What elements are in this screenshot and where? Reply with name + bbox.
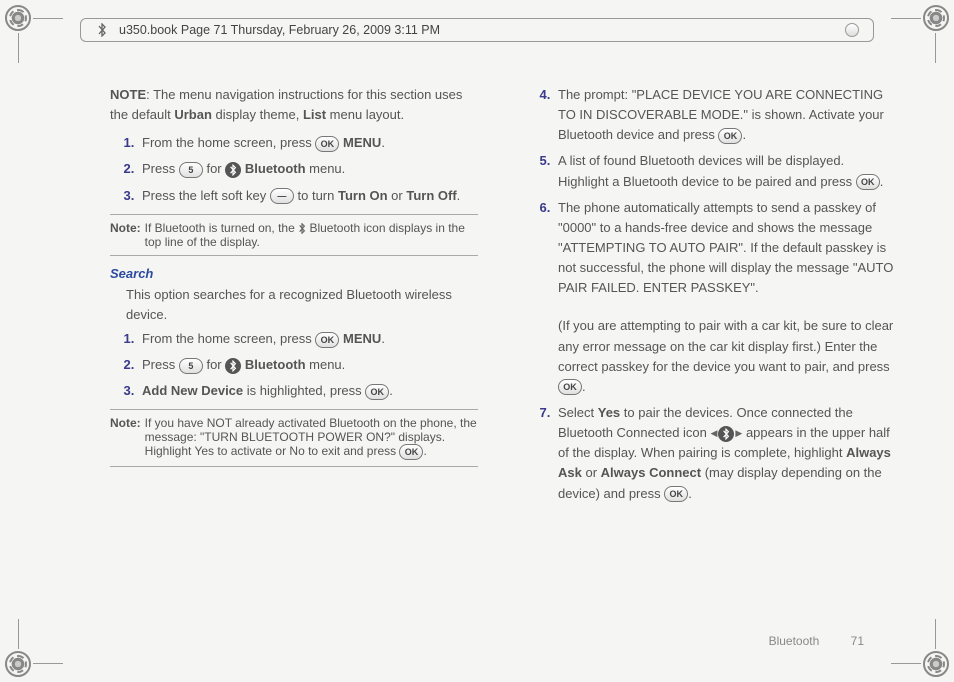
five-key-icon: 5: [179, 358, 203, 374]
bluetooth-icon: [225, 162, 241, 178]
crop-mark-bl: [5, 622, 60, 677]
bluetooth-icon: [95, 23, 109, 37]
ok-key-icon: OK: [856, 174, 880, 190]
ok-key-icon: OK: [664, 486, 688, 502]
crop-mark-tl: [5, 5, 60, 60]
search-step-1: From the home screen, press OK MENU.: [138, 329, 478, 349]
ok-key-icon: OK: [558, 379, 582, 395]
ok-key-icon: OK: [718, 128, 742, 144]
step-6: The phone automatically attempts to send…: [554, 198, 894, 397]
crop-mark-br: [894, 622, 949, 677]
note-bluetooth-on: Note: If Bluetooth is turned on, the Blu…: [110, 214, 478, 256]
search-step-3: Add New Device is highlighted, press OK.: [138, 381, 478, 401]
bluetooth-connected-icon: ◀▶: [711, 426, 743, 442]
step-3: Press the left soft key to turn Turn On …: [138, 186, 478, 206]
step-2: Press 5 for Bluetooth menu.: [138, 159, 478, 179]
steps-group-1: From the home screen, press OK MENU. Pre…: [110, 133, 478, 205]
steps-group-2: From the home screen, press OK MENU. Pre…: [110, 329, 478, 401]
steps-group-3: The prompt: "PLACE DEVICE YOU ARE CONNEC…: [526, 85, 894, 504]
intro-note: NOTE: The menu navigation instructions f…: [110, 85, 478, 125]
header-text: u350.book Page 71 Thursday, February 26,…: [119, 23, 440, 37]
ok-key-icon: OK: [315, 136, 339, 152]
ok-key-icon: OK: [399, 444, 423, 460]
page-body: NOTE: The menu navigation instructions f…: [110, 85, 894, 627]
bluetooth-icon: [225, 358, 241, 374]
footer-page-number: 71: [851, 634, 864, 648]
step-7: Select Yes to pair the devices. Once con…: [554, 403, 894, 504]
step-5: A list of found Bluetooth devices will b…: [554, 151, 894, 191]
softkey-icon: [270, 188, 294, 204]
crop-mark-tr: [894, 5, 949, 60]
five-key-icon: 5: [179, 162, 203, 178]
step-4: The prompt: "PLACE DEVICE YOU ARE CONNEC…: [554, 85, 894, 145]
search-description: This option searches for a recognized Bl…: [126, 285, 478, 325]
ok-key-icon: OK: [315, 332, 339, 348]
section-search-heading: Search: [110, 266, 478, 281]
ok-key-icon: OK: [365, 384, 389, 400]
footer-section: Bluetooth: [769, 634, 820, 648]
step-1: From the home screen, press OK MENU.: [138, 133, 478, 153]
page-footer: Bluetooth 71: [769, 634, 864, 648]
note-activate-bluetooth: Note: If you have NOT already activated …: [110, 409, 478, 467]
search-step-2: Press 5 for Bluetooth menu.: [138, 355, 478, 375]
header-ornament-icon: [845, 23, 859, 37]
page-header-frame: u350.book Page 71 Thursday, February 26,…: [80, 18, 874, 42]
bluetooth-icon: [298, 221, 309, 235]
